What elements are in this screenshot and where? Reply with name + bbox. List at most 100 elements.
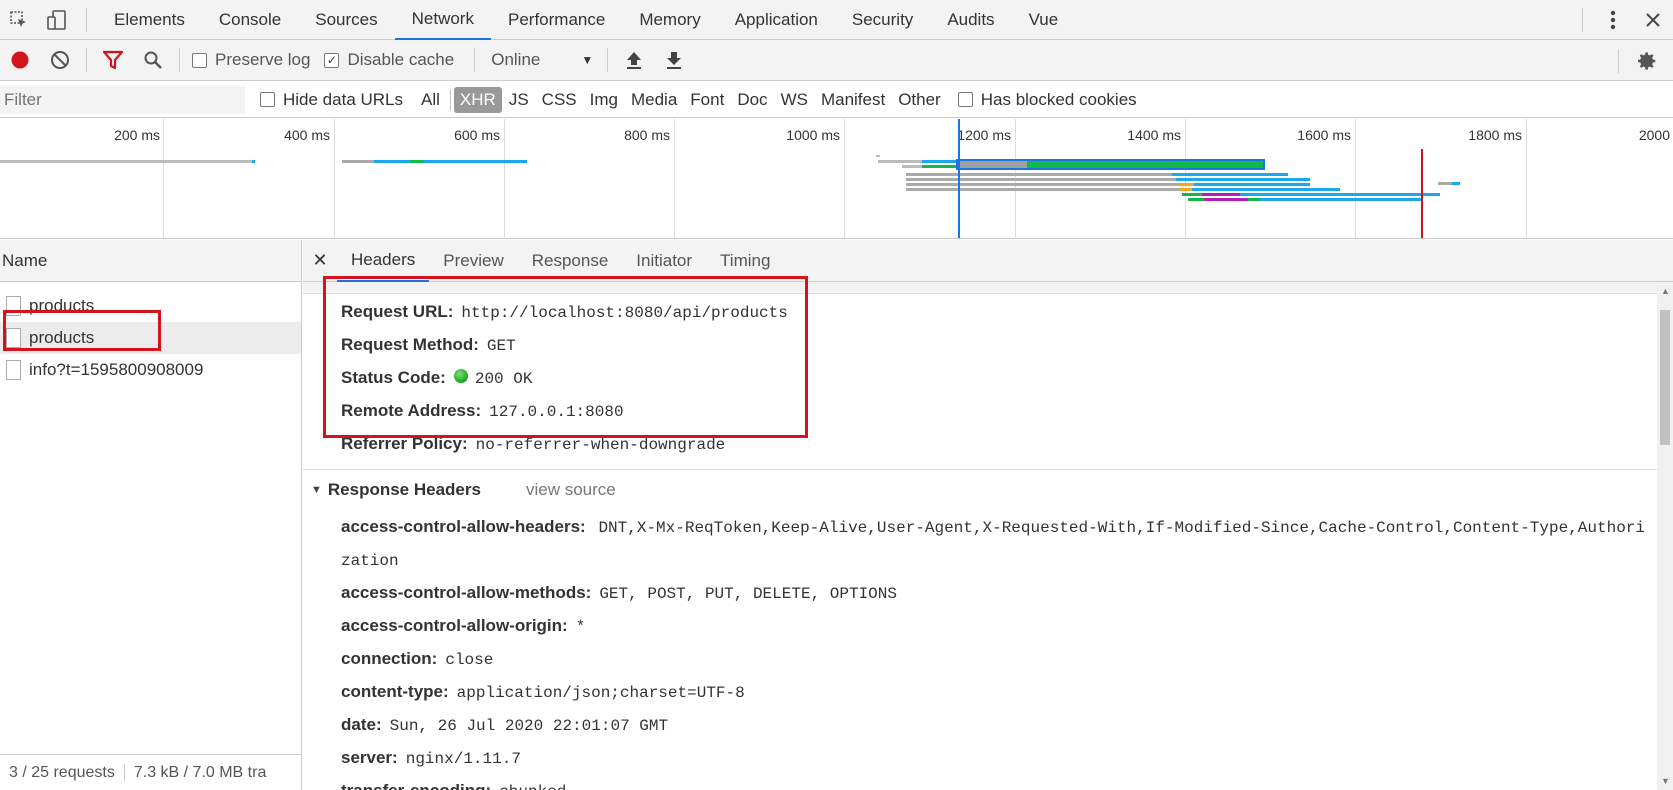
divider	[86, 48, 87, 72]
general-section-header[interactable]	[303, 282, 1657, 294]
timeline-bar	[1260, 198, 1422, 201]
settings-gear-icon[interactable]	[1627, 40, 1667, 81]
status-ok-icon	[453, 369, 468, 383]
header-value: chunked	[499, 776, 566, 790]
grid-line	[504, 119, 505, 238]
header-key: access-control-allow-methods:	[341, 583, 592, 602]
filter-type-other[interactable]: Other	[892, 87, 947, 113]
divider	[449, 88, 451, 111]
tick-label: 200 ms	[114, 127, 160, 143]
close-icon[interactable]: ✕	[303, 250, 337, 271]
tick-label: 1800 ms	[1468, 127, 1522, 143]
timeline-bar	[1202, 193, 1240, 196]
collapse-triangle-icon[interactable]: ▼	[311, 484, 322, 496]
header-key: date:	[341, 715, 382, 734]
filter-input[interactable]	[0, 85, 245, 114]
header-key: connection:	[341, 649, 438, 668]
request-row[interactable]: products	[0, 290, 301, 322]
tick-label: 1600 ms	[1297, 127, 1351, 143]
selected-request-bar	[956, 159, 1265, 170]
vertical-scrollbar[interactable]: ▲ ▼	[1657, 282, 1673, 790]
name-column-header[interactable]: Name	[0, 240, 301, 282]
checkbox-unchecked[interactable]	[260, 92, 275, 107]
scroll-up-arrow-icon[interactable]: ▲	[1661, 286, 1670, 296]
timeline-bar	[1248, 198, 1260, 201]
response-headers-title: Response Headers	[327, 479, 481, 499]
header-value: GET	[486, 337, 516, 355]
checkbox-unchecked[interactable]	[192, 52, 207, 68]
tab-application[interactable]: Application	[718, 0, 835, 40]
request-list-panel: Name products products info?t=1595800908…	[0, 240, 302, 790]
clear-icon[interactable]	[40, 40, 80, 81]
timeline-bar	[374, 160, 410, 163]
filter-bar: Hide data URLs All XHR JS CSS Img Media …	[0, 82, 1673, 118]
filter-type-all[interactable]: All	[415, 87, 446, 113]
tab-vue[interactable]: Vue	[1012, 0, 1076, 40]
timeline-bar	[906, 183, 1178, 186]
inspect-element-icon[interactable]	[0, 0, 38, 40]
request-name: products	[29, 296, 95, 315]
network-toolbar: Preserve log ✓ Disable cache Online ▼	[0, 40, 1673, 81]
tab-sources[interactable]: Sources	[298, 0, 394, 40]
timeline-bar	[1180, 188, 1192, 191]
dropdown-arrow-icon: ▼	[581, 53, 594, 67]
response-headers-section-header[interactable]: ▼ Response Headers view source	[303, 469, 1657, 509]
filter-type-js[interactable]: JS	[503, 87, 535, 113]
more-options-icon[interactable]	[1593, 0, 1633, 40]
view-source-link[interactable]: view source	[526, 480, 616, 500]
preserve-log-checkbox[interactable]: Preserve log	[192, 50, 310, 70]
has-blocked-cookies-checkbox[interactable]: Has blocked cookies	[957, 90, 1137, 110]
network-overview-timeline[interactable]: 200 ms 400 ms 600 ms 800 ms 1000 ms 1200…	[0, 119, 1673, 239]
disable-cache-checkbox[interactable]: ✓ Disable cache	[324, 50, 454, 70]
tab-initiator[interactable]: Initiator	[622, 240, 706, 282]
hide-data-urls-label: Hide data URLs	[283, 89, 404, 109]
tab-network[interactable]: Network	[394, 0, 491, 40]
timeline-bar	[1194, 183, 1310, 186]
headers-content: Request URL: http://localhost:8080/api/p…	[303, 282, 1657, 790]
hide-data-urls-checkbox[interactable]: Hide data URLs	[260, 90, 403, 110]
import-har-icon[interactable]	[614, 40, 654, 81]
record-button[interactable]	[0, 40, 40, 81]
devtools-tab-bar: Elements Console Sources Network Perform…	[0, 0, 1673, 40]
filter-type-manifest[interactable]: Manifest	[815, 87, 891, 113]
timeline-bar	[1452, 182, 1460, 185]
timeline-bar	[878, 160, 922, 163]
tab-elements[interactable]: Elements	[97, 0, 202, 40]
throttling-select[interactable]: Online ▼	[481, 50, 601, 70]
checkbox-checked[interactable]: ✓	[324, 52, 340, 68]
filter-type-font[interactable]: Font	[684, 87, 730, 113]
filter-icon[interactable]	[93, 40, 133, 81]
file-icon	[6, 360, 21, 380]
device-toolbar-icon[interactable]	[38, 0, 76, 40]
header-key: access-control-allow-origin:	[341, 616, 568, 635]
checkbox-unchecked[interactable]	[957, 92, 973, 107]
tab-memory[interactable]: Memory	[622, 0, 717, 40]
divider	[86, 7, 87, 32]
filter-type-xhr[interactable]: XHR	[453, 86, 502, 113]
response-header-row: access-control-allow-headers: DNT,X-Mx-R…	[303, 511, 1657, 577]
search-icon[interactable]	[133, 40, 173, 81]
close-devtools-icon[interactable]	[1633, 0, 1673, 40]
scrollbar-thumb[interactable]	[1660, 310, 1670, 445]
tab-response[interactable]: Response	[518, 240, 623, 282]
tab-security[interactable]: Security	[835, 0, 930, 40]
tab-preview[interactable]: Preview	[429, 240, 517, 282]
request-row-selected[interactable]: products	[0, 322, 301, 354]
filter-type-doc[interactable]: Doc	[731, 87, 773, 113]
header-value: application/json;charset=UTF-8	[456, 684, 745, 702]
tab-console[interactable]: Console	[202, 0, 298, 40]
tab-timing[interactable]: Timing	[706, 240, 784, 282]
export-har-icon[interactable]	[654, 40, 694, 81]
tab-headers[interactable]: Headers	[337, 240, 430, 282]
filter-type-ws[interactable]: WS	[775, 87, 814, 113]
general-row-referrer-policy: Referrer Policy: no-referrer-when-downgr…	[303, 428, 1657, 461]
filter-type-img[interactable]: Img	[584, 87, 624, 113]
scroll-down-arrow-icon[interactable]: ▼	[1661, 776, 1670, 786]
request-row[interactable]: info?t=1595800908009	[0, 354, 301, 386]
filter-type-media[interactable]: Media	[625, 87, 683, 113]
timeline-bar	[922, 165, 956, 168]
tab-performance[interactable]: Performance	[491, 0, 622, 40]
timeline-bar	[1240, 193, 1440, 196]
filter-type-css[interactable]: CSS	[536, 87, 583, 113]
tab-audits[interactable]: Audits	[930, 0, 1011, 40]
